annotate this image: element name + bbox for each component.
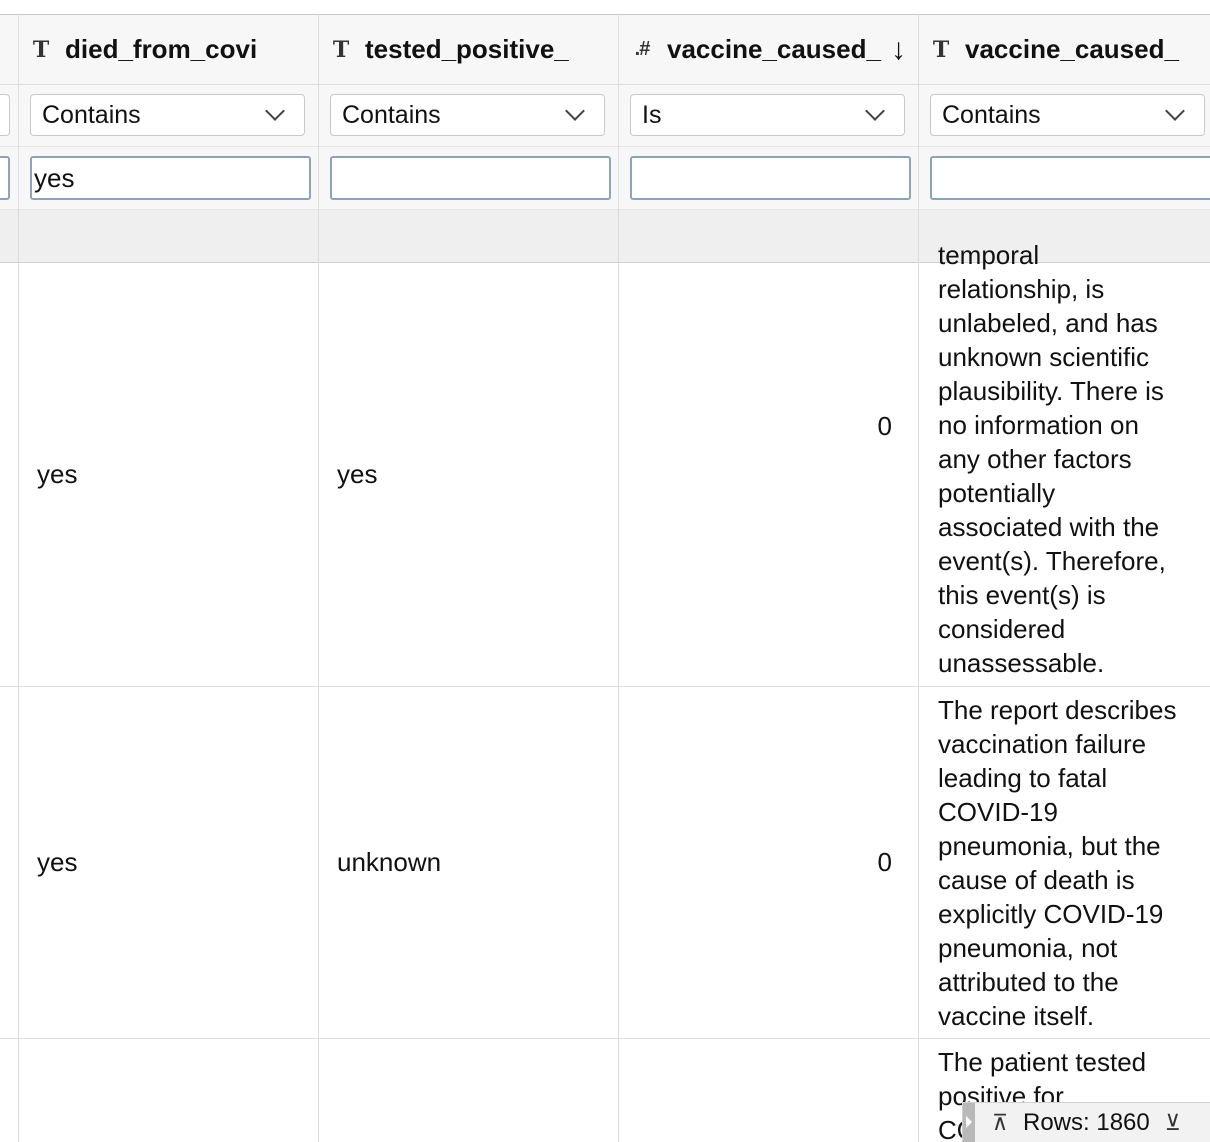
column-title: tested_positive_	[365, 34, 569, 64]
table-cell[interactable]: yes	[19, 687, 318, 1038]
chevron-down-icon	[1165, 101, 1185, 121]
chevron-down-icon	[265, 101, 285, 121]
filter-value-input-partial[interactable]	[0, 156, 10, 200]
column-header-vaccine-caused-text[interactable]: T vaccine_caused_	[919, 15, 1210, 84]
text-type-icon: T	[32, 36, 50, 63]
column-header-tested-positive[interactable]: T tested_positive_	[319, 15, 618, 84]
column-divider[interactable]	[918, 14, 919, 1142]
filter-value-input[interactable]	[630, 156, 911, 200]
filter-operator-select-partial[interactable]	[0, 94, 10, 136]
filter-value-input[interactable]	[330, 156, 611, 200]
table-cell[interactable]: 0	[619, 687, 918, 1038]
chevron-down-icon	[565, 101, 585, 121]
text-type-icon: T	[932, 36, 950, 63]
filter-operator-select[interactable]: Contains	[30, 94, 305, 136]
table-cell[interactable]: 0	[619, 263, 918, 589]
filter-operator-select[interactable]: Is	[630, 94, 905, 136]
row-count-status-bar: ⊼ Rows: 1860 ⊻	[962, 1102, 1210, 1142]
row-divider	[0, 1038, 1210, 1039]
chevron-down-icon	[865, 101, 885, 121]
row-count-label: Rows: 1860	[1023, 1108, 1150, 1136]
column-title: died_from_covi	[65, 34, 258, 64]
column-title: vaccine_caused_	[965, 34, 1179, 64]
filter-value-input[interactable]: yes	[30, 156, 311, 200]
filter-operator-select[interactable]: Contains	[330, 94, 605, 136]
data-grid: T died_from_covi T tested_positive_ .# v…	[0, 0, 1210, 1142]
table-cell-long-text[interactable]: temporal relationship, is unlabeled, and…	[938, 238, 1203, 682]
number-type-icon: .#	[634, 38, 651, 60]
table-cell-long-text[interactable]: The report describes vaccination failure…	[938, 693, 1203, 1035]
table-cell[interactable]: yes	[319, 263, 618, 686]
column-header-died-from-covid[interactable]: T died_from_covi	[19, 15, 318, 84]
table-cell[interactable]: yes	[19, 263, 318, 686]
text-type-icon: T	[332, 36, 350, 63]
filter-value-input[interactable]	[930, 156, 1210, 200]
sort-descending-icon[interactable]: ↓	[891, 33, 906, 67]
table-cell[interactable]: unknown	[319, 687, 618, 1038]
filter-operator-select[interactable]: Contains	[930, 94, 1205, 136]
scroll-to-bottom-icon[interactable]: ⊻	[1158, 1110, 1188, 1136]
scroll-to-top-icon[interactable]: ⊼	[985, 1110, 1015, 1136]
expand-handle[interactable]	[963, 1102, 975, 1142]
column-title: vaccine_caused_	[667, 34, 881, 64]
column-header-vaccine-caused-number[interactable]: .# vaccine_caused_ ↓	[619, 15, 918, 84]
